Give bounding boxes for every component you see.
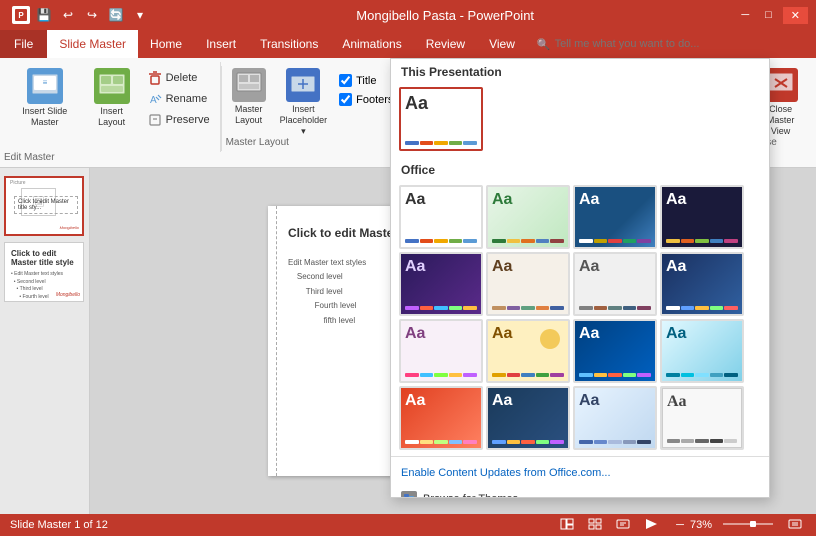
menu-slide-master[interactable]: Slide Master: [47, 30, 138, 58]
zoom-level: 73%: [690, 519, 712, 531]
insert-layout-button[interactable]: InsertLayout: [88, 64, 136, 132]
title-bar: P 💾 ↩ ↪ 🔄 ▾ Mongibello Pasta - PowerPoin…: [0, 0, 816, 30]
app-icon: P: [12, 6, 30, 24]
master-layout-label: Master Layout: [226, 137, 289, 148]
menu-insert[interactable]: Insert: [194, 30, 248, 58]
office-themes-grid: Aa Aa: [391, 183, 769, 452]
repeat-button[interactable]: 🔄: [106, 5, 126, 25]
svg-text:A: A: [150, 95, 157, 106]
theme-item-7[interactable]: Aa: [573, 252, 657, 316]
status-bar: Slide Master 1 of 12 ─ 73%: [0, 514, 816, 536]
title-bar-left: P 💾 ↩ ↪ 🔄 ▾: [8, 5, 154, 25]
theme-item-12[interactable]: Aa: [660, 319, 744, 383]
redo-button[interactable]: ↪: [82, 5, 102, 25]
insert-placeholder-button[interactable]: InsertPlaceholder ▾: [274, 64, 334, 140]
menu-review[interactable]: Review: [414, 30, 477, 58]
menu-transitions[interactable]: Transitions: [248, 30, 330, 58]
slide-thumb-2[interactable]: Click to edit Master title style • Edit …: [4, 242, 84, 302]
menu-animations[interactable]: Animations: [330, 30, 413, 58]
ribbon: ≡ Insert Slide Master InsertLayout Delet…: [0, 58, 816, 168]
themes-dropdown-panel: This Presentation Aa Office: [390, 58, 770, 498]
save-button[interactable]: 💾: [34, 5, 54, 25]
zoom-divider: ─: [676, 519, 684, 531]
rename-button[interactable]: A Rename: [142, 89, 216, 109]
current-theme-area: Aa: [391, 85, 769, 157]
theme-item-2[interactable]: Aa: [486, 185, 570, 249]
menu-file[interactable]: File: [0, 30, 47, 58]
master-layout-button[interactable]: MasterLayout: [226, 64, 272, 130]
theme-item-16[interactable]: Aa: [660, 386, 744, 450]
footers-checkbox[interactable]: Footers: [335, 91, 397, 108]
help-search[interactable]: [555, 38, 735, 50]
this-presentation-label: This Presentation: [391, 59, 769, 85]
undo-button[interactable]: ↩: [58, 5, 78, 25]
theme-item-5[interactable]: Aa: [399, 252, 483, 316]
menu-home[interactable]: Home: [138, 30, 194, 58]
theme-item-10[interactable]: Aa: [486, 319, 570, 383]
slide-thumb-1[interactable]: Picture 🖼 Click to edit Master title sty…: [4, 176, 84, 236]
normal-view-button[interactable]: [556, 516, 578, 535]
theme-item-3[interactable]: Aa: [573, 185, 657, 249]
quick-access-toolbar: P 💾 ↩ ↪ 🔄 ▾: [8, 5, 154, 25]
browse-icon: [401, 491, 417, 498]
minimize-button[interactable]: ─: [736, 7, 754, 23]
theme-item-11[interactable]: Aa: [573, 319, 657, 383]
slide-info: Slide Master 1 of 12: [10, 519, 108, 531]
restore-button[interactable]: □: [760, 7, 777, 23]
theme-item-13[interactable]: Aa: [399, 386, 483, 450]
theme-item-1[interactable]: Aa: [399, 185, 483, 249]
theme-item-8[interactable]: Aa: [660, 252, 744, 316]
zoom-slider[interactable]: [718, 518, 778, 533]
title-checkbox[interactable]: Title: [335, 72, 397, 89]
menu-bar: File Slide Master Home Insert Transition…: [0, 30, 816, 58]
enable-updates-action[interactable]: Enable Content Updates from Office.com..…: [391, 461, 769, 485]
window-title: Mongibello Pasta - PowerPoint: [154, 8, 736, 23]
theme-item-14[interactable]: Aa: [486, 386, 570, 450]
office-label: Office: [391, 157, 769, 183]
reading-view-button[interactable]: [612, 516, 634, 535]
ribbon-group-edit-master: ≡ Insert Slide Master InsertLayout Delet…: [2, 62, 221, 152]
theme-item-4[interactable]: Aa: [660, 185, 744, 249]
zoom-fit-button[interactable]: [784, 516, 806, 535]
title-bar-controls: ─ □ ✕: [736, 7, 808, 24]
slide-sorter-button[interactable]: [584, 516, 606, 535]
menu-view[interactable]: View: [477, 30, 527, 58]
current-theme-item[interactable]: Aa: [399, 87, 483, 151]
preserve-button[interactable]: Preserve: [142, 110, 216, 130]
edit-master-label: Edit Master: [4, 152, 55, 163]
slide-panel: Picture 🖼 Click to edit Master title sty…: [0, 168, 90, 514]
theme-item-15[interactable]: Aa: [573, 386, 657, 450]
theme-item-6[interactable]: Aa: [486, 252, 570, 316]
theme-item-9[interactable]: Aa: [399, 319, 483, 383]
insert-slide-master-button[interactable]: ≡ Insert Slide Master: [6, 64, 84, 132]
slideshow-button[interactable]: [640, 516, 662, 535]
customize-qa-button[interactable]: ▾: [130, 5, 150, 25]
close-button[interactable]: ✕: [783, 7, 808, 24]
delete-button[interactable]: Delete: [142, 68, 216, 88]
svg-text:P: P: [18, 11, 24, 20]
ribbon-group-master-layout: MasterLayout InsertPlaceholder ▾ Title F…: [222, 62, 402, 152]
view-controls: ─ 73%: [556, 516, 806, 535]
browse-themes-action[interactable]: Browse for Themes...: [391, 485, 769, 498]
svg-text:≡: ≡: [42, 78, 47, 87]
